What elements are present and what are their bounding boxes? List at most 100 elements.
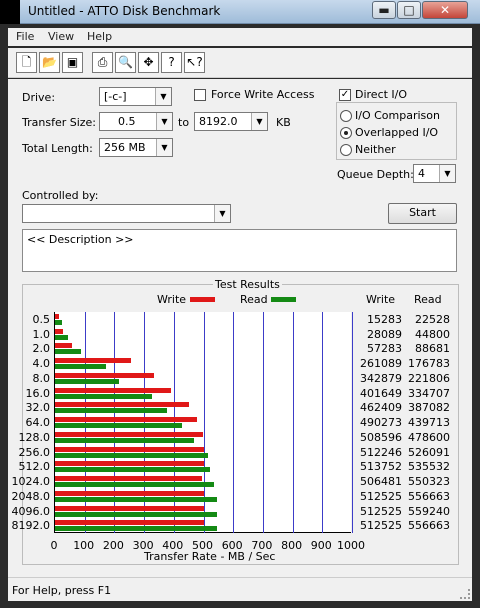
menu-help[interactable]: Help [87,30,112,43]
transfer-size-label: Transfer Size: [22,116,97,129]
controlled-by-select[interactable]: ▼ [22,204,231,223]
write-rate-value: 512246 [360,445,402,459]
read-rate-value: 526091 [408,445,450,459]
maximize-button[interactable]: □ [397,1,421,19]
write-rate-value: 261089 [360,357,402,371]
minimize-button[interactable]: ▬ [372,1,396,19]
io-comparison-label: I/O Comparison [355,109,440,122]
write-rate-value: 57283 [367,342,402,356]
read-rate-value: 556663 [408,489,450,503]
overlapped-io-radio[interactable] [340,127,352,139]
move-icon[interactable]: ✥ [138,52,159,73]
chevron-down-icon[interactable]: ▼ [251,113,267,130]
write-rate-value: 490273 [360,416,402,430]
write-rate-value: 512525 [360,489,402,503]
write-rate-value: 513752 [360,460,402,474]
new-doc-icon[interactable]: 🗋 [16,52,37,73]
transfer-size-to-select[interactable]: 8192.0 ▼ [194,112,268,131]
total-length-value: 256 MB [104,141,146,154]
save-icon[interactable]: ▣ [62,52,83,73]
description-textarea[interactable]: << Description >> [22,229,457,272]
write-column-header: Write [366,293,396,306]
read-bar [55,511,218,517]
context-help-icon[interactable]: ↖? [184,52,205,73]
read-rate-value: 88681 [415,342,450,356]
read-bar [55,482,215,488]
test-results-title: Test Results [213,278,282,291]
read-bar [55,437,194,443]
read-bar [55,452,208,458]
write-bar [55,461,205,467]
drive-select[interactable]: [-c-] ▼ [99,87,172,106]
chevron-down-icon[interactable]: ▼ [156,139,172,156]
write-bar [55,431,203,437]
x-tick-label: 1000 [337,539,365,552]
print-preview-icon[interactable]: 🔍 [115,52,136,73]
read-rate-value: 550323 [408,475,450,489]
transfer-size-tick-label: 64.0 [25,416,51,430]
x-tick-label: 200 [102,539,124,552]
write-legend-swatch [190,297,215,302]
total-length-label: Total Length: [22,142,93,155]
x-tick-label: 100 [73,539,95,552]
read-column-header: Read [414,293,442,306]
read-rate-value: 22528 [415,313,450,326]
transfer-size-tick-label: 0.5 [32,313,51,326]
write-rate-value: 342879 [360,371,402,385]
read-bar [55,364,107,370]
chevron-down-icon[interactable]: ▼ [156,113,172,130]
read-legend-label: Read [240,293,268,306]
x-tick-label: 0 [50,539,58,552]
read-bar [55,496,217,502]
read-bar [55,423,183,429]
grid-line [352,312,353,533]
close-button[interactable]: ✕ [422,1,468,19]
menu-view[interactable]: View [48,30,74,43]
direct-io-label: Direct I/O [355,88,408,101]
overlapped-io-label: Overlapped I/O [355,126,439,139]
controlled-by-label: Controlled by: [22,189,99,202]
print-icon[interactable]: ⎙ [92,52,113,73]
write-bar [55,446,204,452]
transfer-size-tick-label: 256.0 [18,445,51,459]
status-bar: For Help, press F1 [8,577,472,601]
write-bar [55,314,60,319]
transfer-size-from-select[interactable]: 0.5 ▼ [99,112,173,131]
transfer-size-tick-label: 2.0 [32,342,51,356]
title-bar[interactable]: Untitled - ATTO Disk Benchmark ▬ □ ✕ [0,0,480,24]
cursor-artifact [0,0,20,24]
resize-grip-icon[interactable] [460,589,470,599]
open-folder-icon[interactable]: 📂 [39,52,60,73]
transfer-size-tick-label: 512.0 [18,460,51,474]
direct-io-checkbox[interactable]: ✓ [339,89,351,101]
queue-depth-label: Queue Depth: [337,168,414,181]
read-legend-swatch [271,297,296,302]
total-length-select[interactable]: 256 MB ▼ [99,138,173,157]
transfer-size-tick-label: 16.0 [25,386,51,400]
write-bar [55,402,190,408]
start-button[interactable]: Start [388,203,457,224]
read-bar [55,467,211,473]
x-tick-label: 800 [281,539,303,552]
queue-depth-select[interactable]: 4 ▼ [413,164,456,183]
help-icon[interactable]: ? [161,52,182,73]
read-bar [55,408,168,414]
chevron-down-icon[interactable]: ▼ [214,205,230,222]
write-rate-value: 512525 [360,519,402,533]
transfer-size-tick-label: 8192.0 [11,519,51,533]
chevron-down-icon[interactable]: ▼ [155,88,171,105]
write-rate-value: 15283 [367,313,402,326]
transfer-size-tick-label: 32.0 [25,401,51,415]
chevron-down-icon[interactable]: ▼ [439,165,455,182]
grid-line [293,312,294,533]
neither-radio[interactable] [340,144,352,156]
drive-label: Drive: [22,91,56,104]
kb-label: KB [276,116,291,129]
transfer-size-tick-label: 128.0 [18,430,51,444]
force-write-checkbox[interactable] [194,89,206,101]
grid-line [233,312,234,533]
transfer-from-value: 0.5 [118,115,136,128]
menu-file[interactable]: File [16,30,34,43]
transfer-size-tick-label: 2048.0 [11,489,51,503]
io-comparison-radio[interactable] [340,110,352,122]
